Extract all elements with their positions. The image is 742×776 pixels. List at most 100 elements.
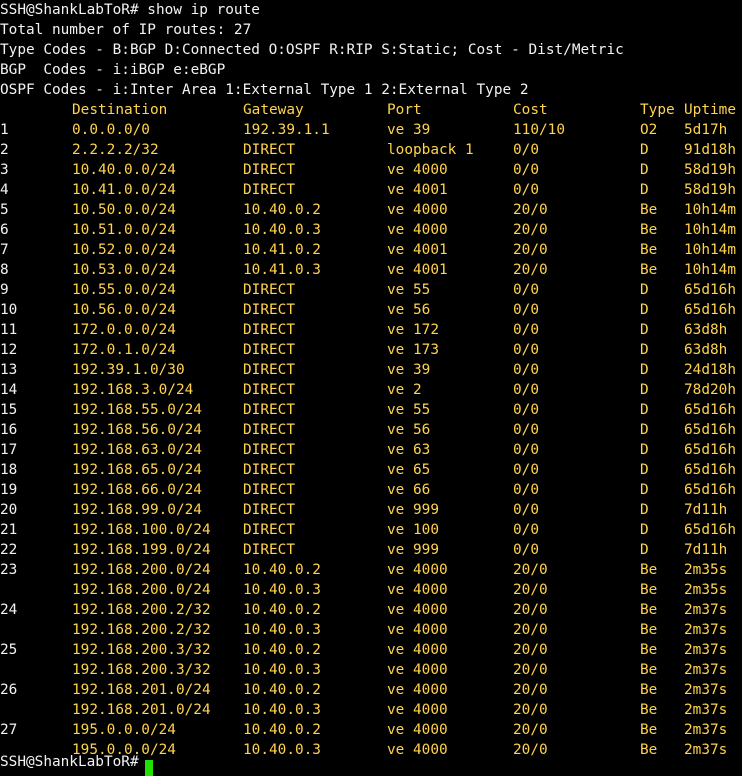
route-destination: 192.168.65.0/24 [72,462,202,478]
route-port: ve 4001 [387,262,448,278]
route-number: 4 [0,182,9,198]
route-uptime: 58d19h [684,162,736,178]
total-routes-line: Total number of IP routes: 27 [0,22,252,38]
route-gateway: 10.41.0.2 [243,242,321,258]
route-number: 15 [0,402,18,418]
header-cost: Cost [513,102,548,118]
route-number: 20 [0,502,18,518]
route-uptime: 65d16h [684,402,736,418]
route-destination: 192.168.63.0/24 [72,442,202,458]
route-destination: 192.168.100.0/24 [72,522,211,538]
route-gateway: DIRECT [243,482,295,498]
route-gateway: DIRECT [243,542,295,558]
route-type: D [640,462,649,478]
route-type: D [640,362,649,378]
route-number: 24 [0,602,18,618]
route-cost: 0/0 [513,362,539,378]
route-destination: 192.168.200.3/32 [72,662,211,678]
route-gateway: DIRECT [243,442,295,458]
header-gateway: Gateway [243,102,304,118]
route-gateway: DIRECT [243,502,295,518]
route-port: ve 4000 [387,622,448,638]
table-row: 26 192.168.201.0/24 10.40.0.2 ve 4000 20/0 Be… [0,680,742,700]
route-number: 3 [0,162,9,178]
table-row: 18 192.168.65.0/24 DIRECT ve 65 0/0 D 65d16h [0,460,742,480]
route-cost: 20/0 [513,702,548,718]
route-cost: 0/0 [513,342,539,358]
route-cost: 20/0 [513,642,548,658]
route-type: Be [640,742,658,758]
route-uptime: 78d20h [684,382,736,398]
route-gateway: 10.40.0.2 [243,202,321,218]
route-destination: 192.168.201.0/24 [72,702,211,718]
route-gateway: DIRECT [243,342,295,358]
route-gateway: DIRECT [243,382,295,398]
table-row: 27 195.0.0.0/24 10.40.0.2 ve 4000 20/0 Be 2m37… [0,720,742,740]
route-uptime: 7d11h [684,542,728,558]
route-cost: 20/0 [513,202,548,218]
route-destination: 192.168.55.0/24 [72,402,202,418]
route-uptime: 2m37s [684,682,728,698]
route-port: ve 999 [387,502,439,518]
table-row: 192.168.200.3/32 10.40.0.3 ve 4000 20/0 Be 2m… [0,660,742,680]
route-gateway: 10.40.0.2 [243,562,321,578]
route-uptime: 5d17h [684,122,728,138]
route-type: Be [640,602,658,618]
route-number: 23 [0,562,18,578]
route-destination: 10.52.0.0/24 [72,242,176,258]
route-destination: 0.0.0.0/0 [72,122,150,138]
route-destination: 192.168.99.0/24 [72,502,202,518]
table-row: 192.168.200.0/24 10.40.0.3 ve 4000 20/0 Be 2m… [0,580,742,600]
route-destination: 172.0.0.0/24 [72,322,176,338]
route-gateway: DIRECT [243,522,295,538]
route-type: D [640,162,649,178]
route-uptime: 2m35s [684,582,728,598]
route-port: ve 56 [387,422,431,438]
route-port: ve 100 [387,522,439,538]
route-uptime: 24d18h [684,362,736,378]
route-type: Be [640,562,658,578]
route-cost: 20/0 [513,742,548,758]
route-port: ve 4000 [387,742,448,758]
route-port: ve 56 [387,302,431,318]
route-type: D [640,402,649,418]
route-port: ve 4000 [387,162,448,178]
route-gateway: 10.40.0.3 [243,742,321,758]
route-number: 6 [0,222,9,238]
route-destination: 10.51.0.0/24 [72,222,176,238]
route-gateway: DIRECT [243,302,295,318]
route-port: ve 4000 [387,682,448,698]
route-cost: 0/0 [513,482,539,498]
table-header-row: Destination Gateway Port Cost Type Uptim… [0,100,742,120]
header-uptime: Uptime [684,102,736,118]
route-destination: 10.50.0.0/24 [72,202,176,218]
route-uptime: 65d16h [684,482,736,498]
route-port: ve 39 [387,122,431,138]
route-cost: 0/0 [513,382,539,398]
route-number: 11 [0,322,18,338]
route-type: O2 [640,122,658,138]
route-uptime: 10h14m [684,202,736,218]
route-destination: 192.168.199.0/24 [72,542,211,558]
route-number: 16 [0,422,18,438]
route-type: Be [640,642,658,658]
route-gateway: 10.40.0.2 [243,602,321,618]
route-type: Be [640,682,658,698]
route-number: 8 [0,262,9,278]
route-number: 10 [0,302,18,318]
route-cost: 0/0 [513,522,539,538]
route-cost: 0/0 [513,462,539,478]
table-row: 23 192.168.200.0/24 10.40.0.2 ve 4000 20/0 Be… [0,560,742,580]
route-destination: 10.56.0.0/24 [72,302,176,318]
route-cost: 20/0 [513,682,548,698]
terminal-window[interactable]: SSH@ShankLabToR# show ip route Total num… [0,0,742,776]
table-row: 2 2.2.2.2/32 DIRECT loopback 1 0/0 D 91d18h [0,140,742,160]
route-port: ve 55 [387,282,431,298]
route-cost: 0/0 [513,422,539,438]
route-uptime: 63d8h [684,322,728,338]
route-gateway: DIRECT [243,362,295,378]
route-cost: 0/0 [513,162,539,178]
route-destination: 172.0.1.0/24 [72,342,176,358]
route-gateway: 10.41.0.3 [243,262,321,278]
command-prompt-line: SSH@ShankLabToR# show ip route [0,2,260,18]
